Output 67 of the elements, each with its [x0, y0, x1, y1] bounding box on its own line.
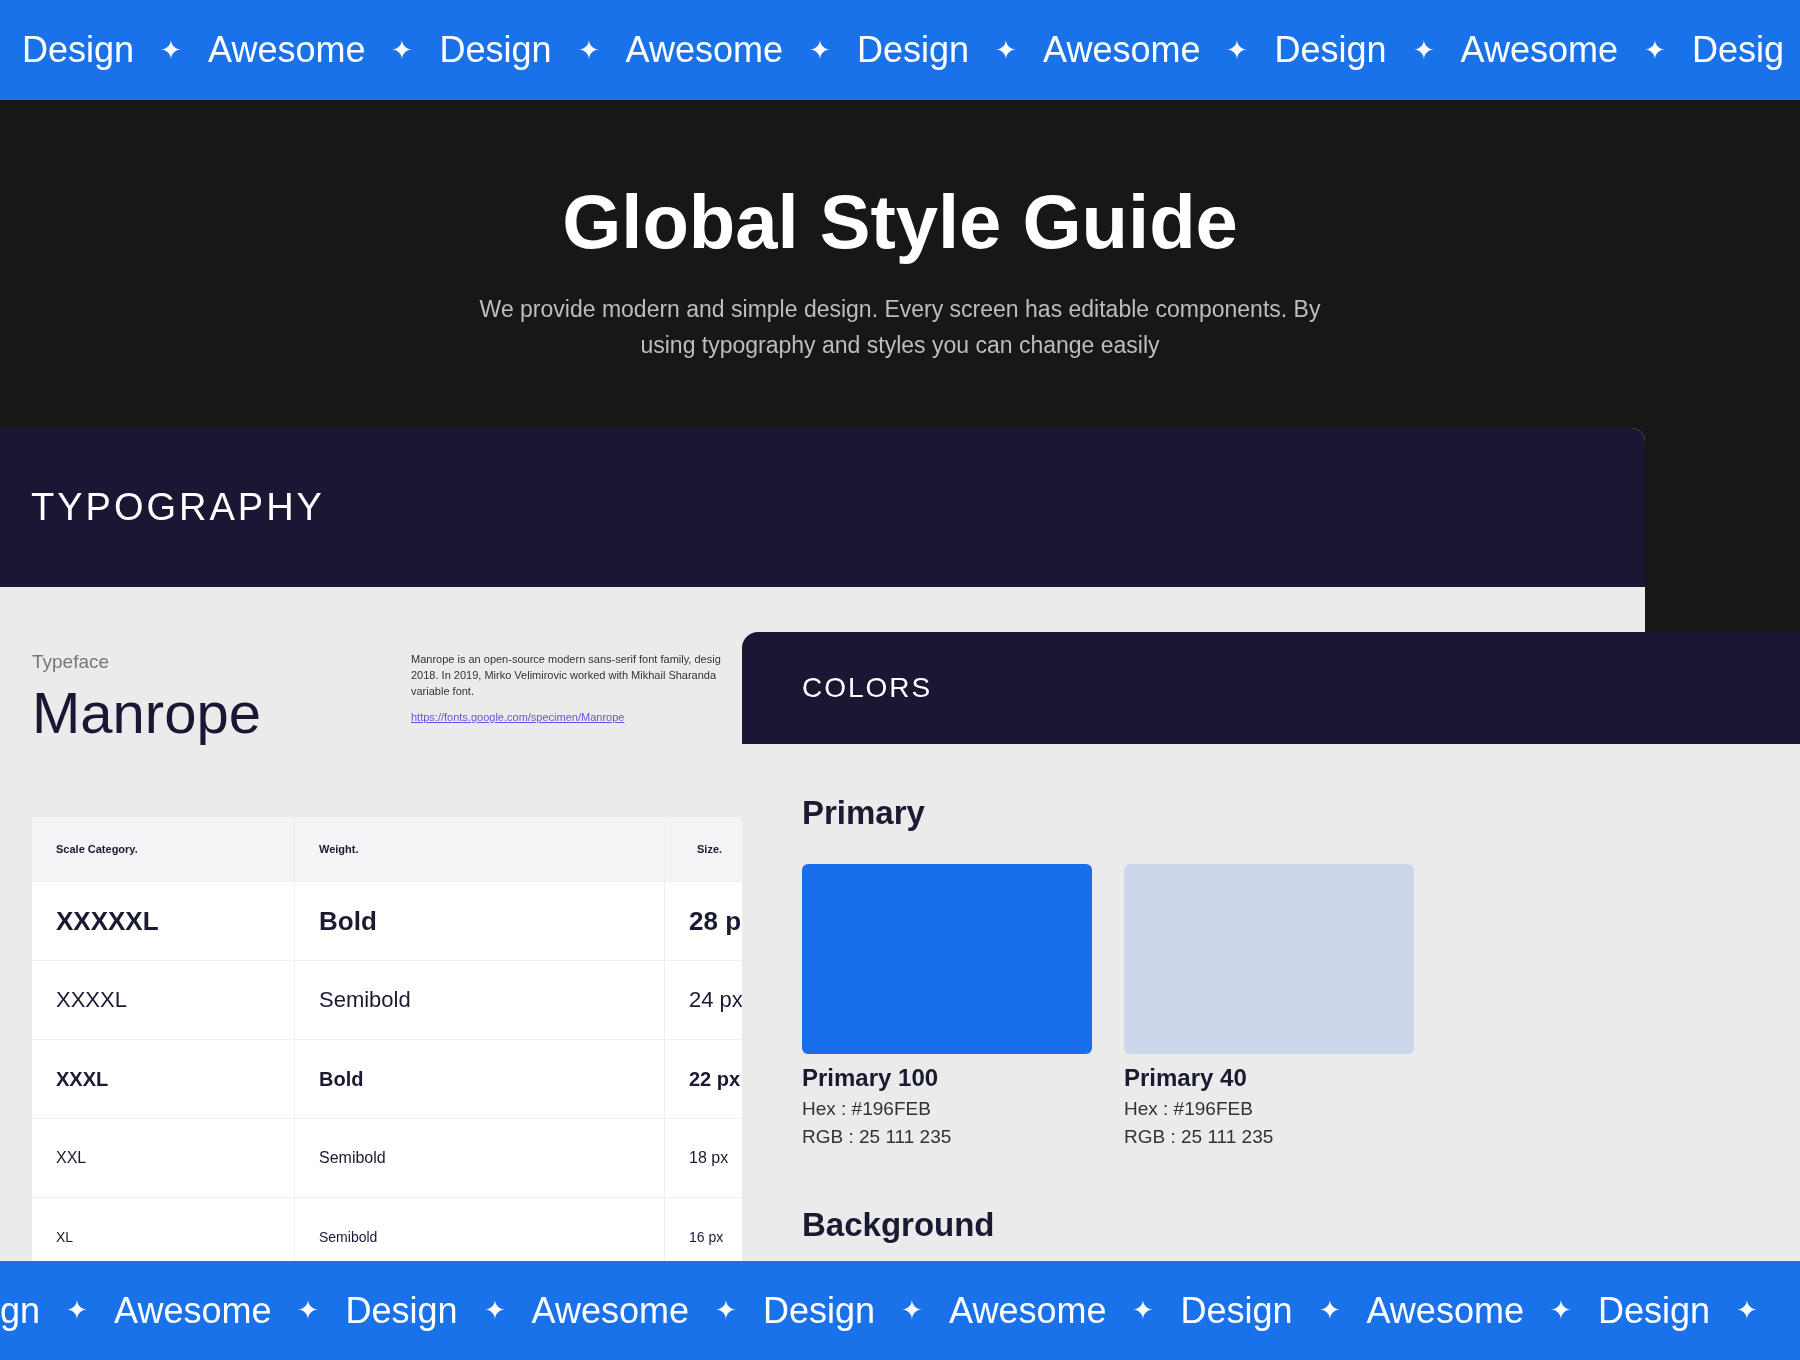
table-cell: XXXL	[32, 1040, 295, 1118]
ticker-word: Design	[856, 29, 970, 71]
sparkle-glyph: ✦	[1226, 34, 1249, 66]
column-header: Scale Category.	[32, 817, 295, 881]
sparkle-glyph: ✦	[714, 1295, 737, 1326]
ticker-word: Design	[439, 29, 552, 71]
section-heading: TYPOGRAPHY	[31, 486, 325, 529]
ticker-word: Design	[345, 1289, 458, 1332]
sparkle-glyph: ✦	[577, 34, 600, 66]
column-header: Size.	[696, 842, 723, 857]
swatch-name: Primary 100	[802, 1064, 940, 1092]
sparkle-glyph: ✦	[483, 1295, 506, 1326]
sparkle-glyph: ✦	[1318, 1295, 1341, 1326]
table-cell: XXXXXL	[32, 882, 295, 960]
ticker-word: Desig	[1691, 29, 1784, 71]
sparkle-glyph: ✦	[1412, 34, 1435, 66]
hex-value: Hex : #196FEB	[802, 1098, 932, 1120]
sparkle-glyph: ✦	[391, 34, 414, 66]
ticker-word: Awesome	[1366, 1289, 1524, 1332]
table-cell: Semibold	[295, 961, 665, 1039]
table-cell-text: 16 px	[688, 1228, 724, 1247]
rgb-value: RGB : 25 111 235	[1124, 1126, 1275, 1148]
ticker-word: Awesome	[949, 1289, 1107, 1332]
typeface-name: Manrope	[32, 679, 262, 746]
ticker-word: Awesome	[208, 29, 366, 71]
ticker-word: gn	[0, 1289, 41, 1332]
ticker-word: Awesome	[625, 29, 783, 71]
table-cell: Semibold	[295, 1119, 665, 1197]
sparkle-glyph: ✦	[160, 34, 183, 66]
ticker-word: Awesome	[114, 1289, 272, 1332]
ticker-word: Awesome	[1460, 29, 1618, 71]
table-cell: XXXXL	[32, 961, 295, 1039]
sparkle-glyph: ✦	[1736, 1295, 1758, 1326]
table-cell: Bold	[295, 1040, 665, 1118]
ticker-word: Design	[762, 1289, 875, 1332]
ticker-word: Awesome	[531, 1289, 689, 1332]
table-cell-text: 28 p	[688, 904, 742, 938]
ticker-word: Design	[22, 29, 135, 71]
group-heading: Primary	[802, 794, 926, 832]
table-cell-text: 24 px	[688, 986, 743, 1014]
sparkle-glyph: ✦	[66, 1295, 89, 1326]
sparkle-glyph: ✦	[808, 34, 831, 66]
ticker-word: Design	[1597, 1289, 1710, 1332]
column-header: Weight.	[295, 817, 665, 881]
table-cell-text: 22 px	[688, 1066, 741, 1092]
sparkle-glyph: ✦	[901, 1295, 923, 1326]
sparkle-glyph: ✦	[995, 34, 1018, 66]
typeface-description: Manrope is an open-source modern sans-serif font family, desig 2018. In 2019, Mirko Velimirovic worked with Mikhail Sharanda variable font.	[411, 652, 721, 699]
hex-value: Hex : #196FEB	[1124, 1098, 1254, 1120]
sparkle-glyph: ✦	[297, 1295, 320, 1326]
section-heading: COLORS	[802, 672, 933, 704]
table-cell-text: 18 px	[688, 1148, 729, 1168]
sparkle-glyph: ✦	[1132, 1295, 1155, 1326]
page-title: Global Style Guide	[562, 178, 1238, 265]
sparkle-glyph: ✦	[1549, 1295, 1572, 1326]
swatch-name: Primary 40	[1124, 1064, 1248, 1092]
sparkle-glyph: ✦	[1643, 34, 1666, 66]
table-cell: Bold	[295, 882, 665, 960]
typeface-label: Typeface	[32, 651, 111, 673]
group-heading: Background	[802, 1206, 996, 1244]
page-subtitle: We provide modern and simple design. Every screen has editable components. By using typography and styles you can change easily	[478, 295, 1322, 360]
ticker-word: Awesome	[1043, 29, 1201, 71]
table-cell: XXL	[32, 1119, 295, 1197]
ticker-word: Design	[1180, 1289, 1293, 1332]
ticker-word: Design	[1274, 29, 1387, 71]
specimen-link[interactable]: https://fonts.google.com/specimen/Manrope	[411, 711, 721, 723]
rgb-value: RGB : 25 111 235	[802, 1126, 953, 1148]
